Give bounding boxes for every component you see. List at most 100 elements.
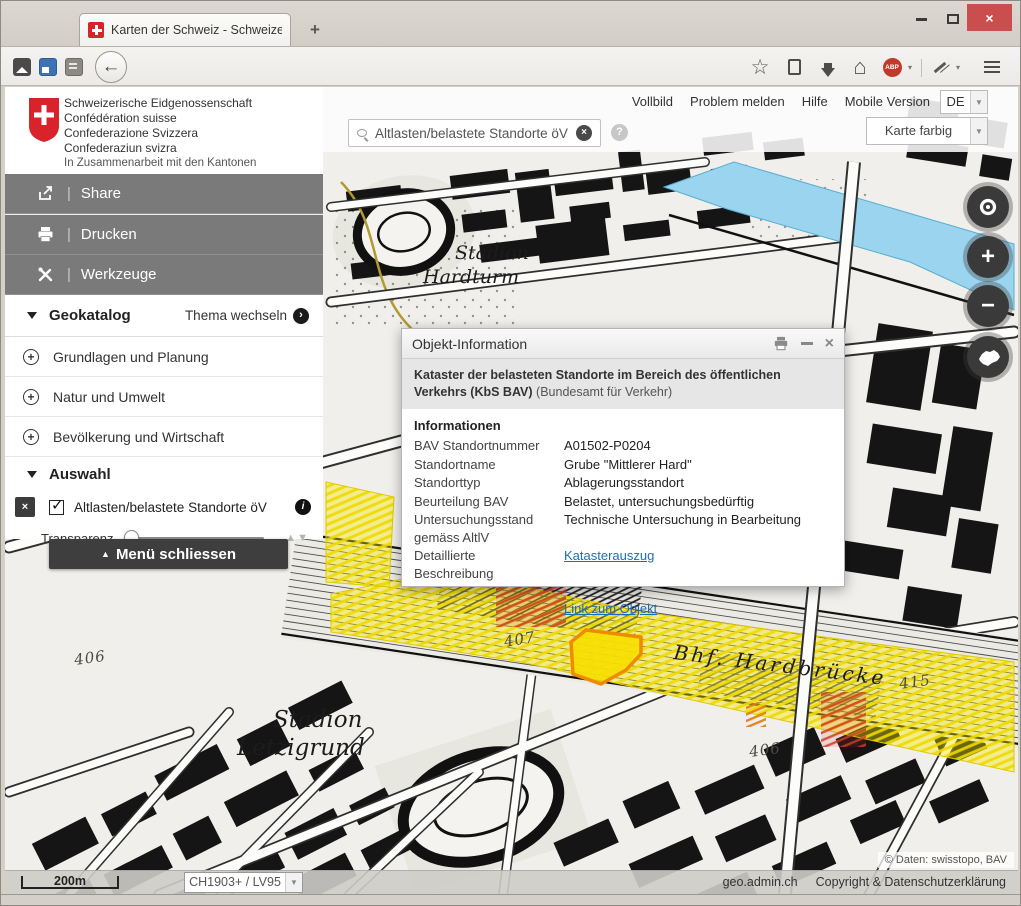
language-select[interactable]: DE ▼ [940, 90, 988, 114]
minimize-popup-icon[interactable] [801, 342, 813, 345]
zoom-in-button[interactable]: + [967, 236, 1009, 278]
swiss-cross-favicon [88, 22, 104, 38]
attr-label: BAV Standortnummer [414, 437, 564, 455]
geocatalog-title: Geokatalog [49, 307, 131, 324]
addon-icon-1[interactable] [13, 58, 31, 76]
map-attribution: © Daten: swisstopo, BAV [878, 852, 1014, 868]
close-button[interactable]: × [967, 4, 1012, 31]
expand-plus-icon: + [23, 429, 39, 445]
minimize-button[interactable] [907, 7, 935, 31]
page-viewport: Stadion Hardturm Bhf. Hardbrücke Stadion… [5, 87, 1018, 894]
collapse-up-icon: ▲ [101, 549, 110, 559]
sidebar-item-tools[interactable]: | Werkzeuge [5, 255, 323, 295]
sidebar-item-share[interactable]: | Share [5, 174, 323, 214]
back-button[interactable]: ← [95, 51, 127, 83]
link-help[interactable]: Hilfe [802, 94, 828, 109]
search-help-icon[interactable]: ? [611, 124, 628, 141]
addon-icon-2[interactable] [39, 58, 57, 76]
attr-label: Standorttyp [414, 474, 564, 492]
attr-label: Untersuchungsstand gemäss AltlV [414, 511, 564, 546]
selection-header[interactable]: Auswahl [5, 457, 323, 491]
browser-toolbar: ← map.geo.admin.ch/?X=249138.11&Y=680698… [1, 46, 1020, 86]
attr-value: A01502-P0204 [564, 437, 832, 455]
projection-select[interactable]: CH1903+ / LV95 ▼ [184, 872, 303, 893]
org-line-3: Confederazione Svizzera [64, 126, 252, 141]
link-fullscreen[interactable]: Vollbild [632, 94, 673, 109]
org-line-1: Schweizerische Eidgenossenschaft [64, 96, 252, 111]
catalog-item-grundlagen[interactable]: + Grundlagen und Planung [5, 337, 323, 377]
change-theme-link[interactable]: Thema wechseln › [185, 308, 309, 324]
map-style-value: Karte farbig [867, 118, 970, 144]
layer-info-icon[interactable]: i [295, 499, 311, 515]
link-report-problem[interactable]: Problem melden [690, 94, 785, 109]
attr-value: Belastet, untersuchungsbedürftig [564, 493, 832, 511]
geo-search-input[interactable] [373, 125, 576, 142]
addon-pen-icon[interactable] [929, 56, 951, 78]
kataster-link[interactable]: Katasterauszug [564, 548, 654, 563]
label-hardturm-line2: Hardturm [422, 266, 519, 288]
bookmark-star-icon[interactable]: ☆ [748, 56, 772, 78]
layer-label[interactable]: Altlasten/belastete Standorte öV [74, 500, 267, 515]
layer-checkbox[interactable] [49, 500, 64, 515]
swiss-coat-of-arms [27, 96, 61, 144]
bookmarks-panel-icon[interactable] [783, 56, 805, 78]
copyright-link[interactable]: Copyright & Datenschutzerklärung [816, 875, 1006, 889]
remove-layer-icon[interactable]: × [15, 497, 35, 517]
adblock-icon[interactable]: ABP [881, 56, 903, 78]
expand-plus-icon: + [23, 349, 39, 365]
cooperation-note: In Zusammenarbeit mit den Kantonen [64, 157, 256, 169]
zoom-extent-button[interactable] [967, 336, 1009, 378]
addon-icon-3[interactable] [65, 58, 83, 76]
collapse-triangle-icon [27, 471, 37, 478]
print-icon[interactable] [773, 336, 789, 351]
site-link[interactable]: geo.admin.ch [723, 875, 798, 889]
geo-search-box[interactable]: × [348, 119, 601, 147]
map-style-caret-icon: ▼ [970, 118, 987, 144]
catalog-item-natur[interactable]: + Natur und Umwelt [5, 377, 323, 417]
geolocate-button[interactable] [967, 186, 1009, 228]
link-mobile-version[interactable]: Mobile Version [845, 94, 930, 109]
window-bottom-frame [1, 894, 1020, 906]
toolbar-separator [921, 59, 922, 77]
label-hardturm-line1: Stadion [455, 242, 529, 264]
addon-dropdown-icon[interactable]: ▾ [952, 56, 964, 78]
share-label: Share [81, 185, 121, 202]
chevron-right-icon: › [293, 308, 309, 324]
attr-label: Standortname [414, 456, 564, 474]
sidebar-item-print[interactable]: | Drucken [5, 215, 323, 255]
map-style-select[interactable]: Karte farbig ▼ [866, 117, 988, 145]
zoom-out-button[interactable]: − [967, 285, 1009, 327]
object-info-popup: Objekt-Information × Kataster der belast… [401, 328, 845, 587]
search-clear-icon[interactable]: × [576, 125, 592, 141]
browser-tab[interactable]: Karten der Schweiz - Schweize... [79, 13, 291, 46]
attr-value: Technische Untersuchung in Bearbeitung [564, 511, 832, 546]
layer-reorder-arrows[interactable]: ▲▼ [285, 532, 309, 544]
geocatalog-panel: Geokatalog Thema wechseln › + Grundlagen… [5, 295, 323, 539]
header-logo-panel: Schweizerische Eidgenossenschaft Confédé… [5, 87, 323, 174]
org-line-2: Confédération suisse [64, 111, 252, 126]
titlebar: Karten der Schweiz - Schweize... + × [1, 1, 1020, 46]
adblock-dropdown-icon[interactable]: ▾ [904, 56, 916, 78]
tools-icon [35, 266, 55, 283]
new-tab-button[interactable]: + [303, 19, 327, 41]
search-icon [357, 129, 367, 137]
object-link[interactable]: Link zum Objekt [564, 601, 657, 616]
home-icon[interactable]: ⌂ [848, 56, 872, 78]
label-letzigrund-line2: Letzigrund [236, 735, 365, 761]
close-popup-icon[interactable]: × [825, 335, 834, 353]
share-icon [35, 185, 55, 202]
catalog-item-bevoelkerung[interactable]: + Bevölkerung und Wirtschaft [5, 417, 323, 457]
close-menu-button[interactable]: ▲ Menü schliessen [49, 539, 288, 569]
attr-value: Grube "Mittlerer Hard" [564, 456, 832, 474]
maximize-button[interactable] [939, 7, 967, 31]
popup-header[interactable]: Objekt-Information × [402, 329, 844, 359]
attr-label: Detaillierte Beschreibung [414, 547, 564, 582]
menu-hamburger-icon[interactable] [979, 56, 1005, 78]
geocatalog-header[interactable]: Geokatalog Thema wechseln › [5, 295, 323, 337]
expand-plus-icon: + [23, 389, 39, 405]
projection-value: CH1903+ / LV95 [185, 873, 285, 892]
print-label: Drucken [81, 226, 137, 243]
header-links: Vollbild Problem melden Hilfe Mobile Ver… [632, 94, 930, 109]
dataset-title: Kataster der belasteten Standorte im Ber… [402, 359, 844, 409]
downloads-icon[interactable] [816, 56, 840, 78]
